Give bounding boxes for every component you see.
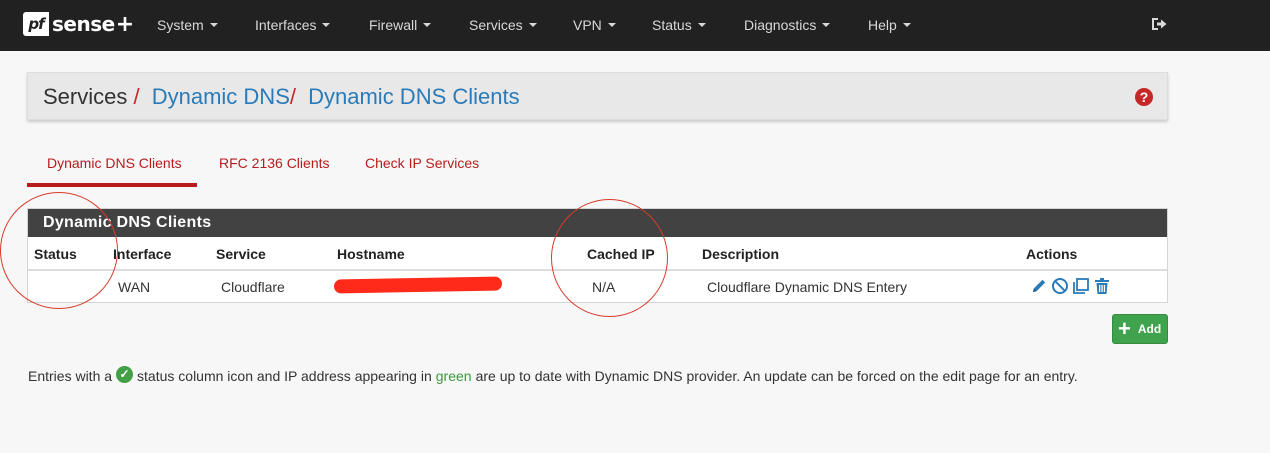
hostname-redaction xyxy=(333,276,503,294)
caret-down-icon xyxy=(607,23,616,28)
caret-down-icon xyxy=(822,23,831,28)
logo-pf: pf xyxy=(23,12,49,36)
nav-vpn-menu[interactable]: VPN xyxy=(573,0,616,51)
active-tab-indicator xyxy=(27,183,197,187)
add-button[interactable]: + Add xyxy=(1112,314,1168,344)
breadcrumb-services: Services xyxy=(43,84,128,109)
copy-icon[interactable] xyxy=(1072,277,1090,295)
caret-down-icon xyxy=(322,23,331,28)
column-header-hostname[interactable]: Hostname xyxy=(337,246,405,262)
add-button-label: Add xyxy=(1137,322,1162,336)
green-word: green xyxy=(435,367,472,384)
info-text: Entries with a ✓ status column icon and … xyxy=(28,366,1078,384)
logo-sense: sense xyxy=(52,12,115,36)
tab-rfc-2136-clients[interactable]: RFC 2136 Clients xyxy=(219,155,330,171)
column-header-description[interactable]: Description xyxy=(702,246,779,262)
caret-down-icon xyxy=(528,23,537,28)
logo-plus: + xyxy=(115,11,135,37)
top-navbar: pf sense + System Interfaces Firewall Se… xyxy=(0,0,1270,51)
cell-description: Cloudflare Dynamic DNS Entery xyxy=(707,279,907,295)
caret-down-icon xyxy=(423,23,432,28)
tab-check-ip-services[interactable]: Check IP Services xyxy=(365,155,479,171)
breadcrumb: Services / Dynamic DNS/ Dynamic DNS Clie… xyxy=(43,84,520,110)
column-header-interface[interactable]: Interface xyxy=(113,246,171,262)
trash-icon[interactable] xyxy=(1093,277,1111,295)
pfsense-logo[interactable]: pf sense + xyxy=(23,11,134,37)
nav-status-menu[interactable]: Status xyxy=(652,0,706,51)
check-circle-icon: ✓ xyxy=(116,366,134,383)
breadcrumb-separator: / xyxy=(289,84,296,109)
breadcrumb-dynamic-dns-clients-link[interactable]: Dynamic DNS Clients xyxy=(308,84,520,109)
cell-interface: WAN xyxy=(118,279,151,295)
caret-down-icon xyxy=(697,23,706,28)
sign-out-icon[interactable] xyxy=(1150,15,1168,33)
disable-icon[interactable] xyxy=(1051,277,1069,295)
column-header-service[interactable]: Service xyxy=(216,246,266,262)
caret-down-icon xyxy=(209,23,218,28)
cell-service: Cloudflare xyxy=(221,279,285,295)
breadcrumb-bar: Services / Dynamic DNS/ Dynamic DNS Clie… xyxy=(27,72,1168,120)
column-header-actions: Actions xyxy=(1026,246,1078,262)
pencil-icon[interactable] xyxy=(1030,277,1048,295)
nav-interfaces-menu[interactable]: Interfaces xyxy=(255,0,331,51)
plus-icon: + xyxy=(1118,316,1131,341)
nav-diagnostics-menu[interactable]: Diagnostics xyxy=(744,0,831,51)
breadcrumb-separator: / xyxy=(133,84,140,109)
annotation-circle-cached-ip xyxy=(551,199,668,317)
breadcrumb-dynamic-dns-link[interactable]: Dynamic DNS xyxy=(152,84,290,109)
nav-services-menu[interactable]: Services xyxy=(469,0,537,51)
tab-dynamic-dns-clients[interactable]: Dynamic DNS Clients xyxy=(47,155,182,171)
nav-help-menu[interactable]: Help xyxy=(868,0,911,51)
nav-firewall-menu[interactable]: Firewall xyxy=(369,0,432,51)
help-icon[interactable]: ? xyxy=(1135,88,1153,106)
annotation-circle-status xyxy=(0,192,118,309)
nav-system-menu[interactable]: System xyxy=(157,0,218,51)
caret-down-icon xyxy=(902,23,911,28)
